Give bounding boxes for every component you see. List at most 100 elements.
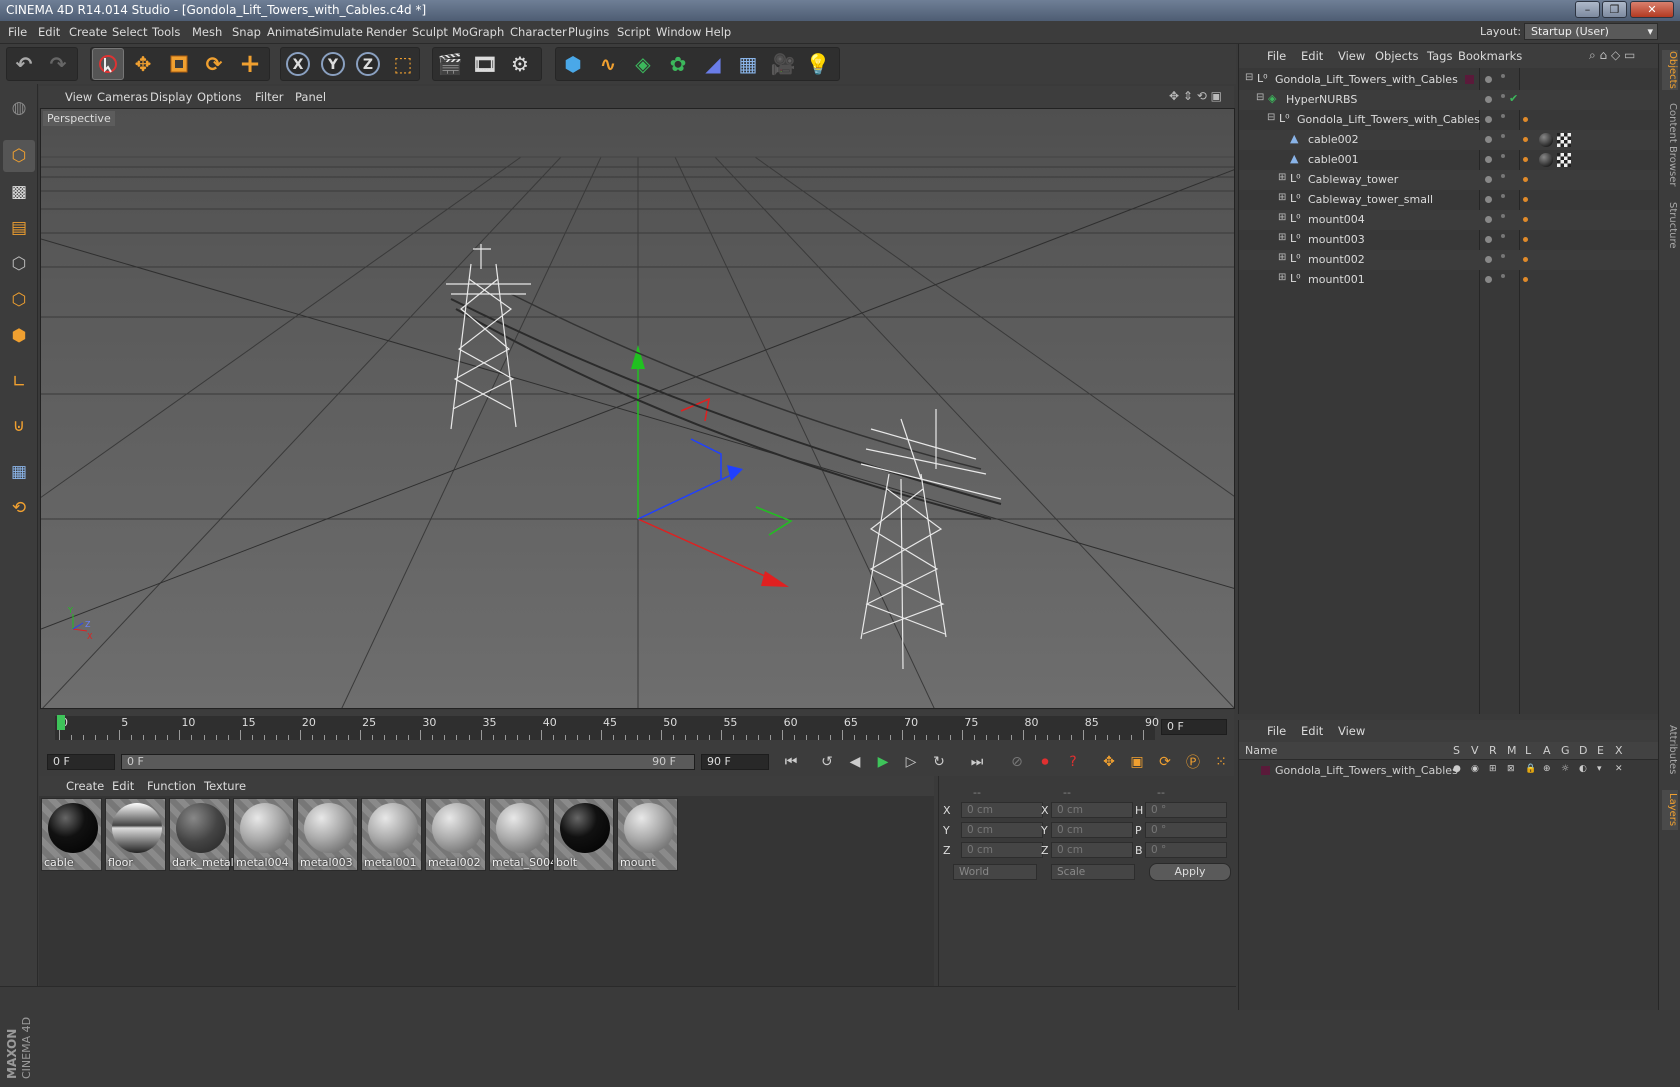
coordinate-value-field[interactable]: 0 ° (1145, 802, 1227, 818)
layer-row[interactable]: Gondola_Lift_Towers_with_Cables ● ◉ ⊞ ⊠ 🔒 ⊕ ☼ ◐ ▾… (1239, 762, 1659, 780)
render-dot-icon[interactable] (1501, 94, 1505, 98)
tab-objects[interactable]: Objects (1662, 50, 1678, 90)
coordinate-value-field[interactable]: 0 cm (961, 822, 1043, 838)
nurbs-icon[interactable]: ◈ (627, 48, 659, 80)
expand-toggle-icon[interactable]: ⊞ (1278, 252, 1286, 263)
material-swatch[interactable]: mount (617, 798, 678, 871)
workplane-mode-icon[interactable]: ▤ (3, 212, 35, 244)
object-tree-row[interactable]: ⊟ ◈ HyperNURBS ✔ (1239, 90, 1659, 110)
render-dot-icon[interactable] (1501, 134, 1505, 138)
object-tree-row[interactable]: ⊞ L⁰ Cableway_tower (1239, 170, 1659, 190)
menu-edit[interactable]: Edit (38, 25, 60, 39)
material-swatch[interactable]: metal004 (233, 798, 294, 871)
material-menu-texture[interactable]: Texture (204, 779, 246, 793)
edges-mode-icon[interactable]: ⬡ (3, 284, 35, 316)
material-swatch[interactable]: dark_metal (169, 798, 234, 871)
key-rotation-icon[interactable]: ⟳ (1153, 751, 1177, 773)
cable-material-tag-icon[interactable] (1539, 153, 1553, 167)
material-swatch[interactable]: bolt (553, 798, 614, 871)
menu-select[interactable]: Select (112, 25, 147, 39)
apply-button[interactable]: Apply (1149, 863, 1231, 881)
visibility-dot-icon[interactable] (1485, 176, 1492, 183)
render-dot-icon[interactable] (1501, 274, 1505, 278)
live-selection-icon[interactable] (92, 48, 124, 80)
timeline[interactable]: 051015202530354045505560657075808590 0 F (39, 710, 1234, 748)
object-search-icons[interactable]: ⌕ ⌂ ◇ ▭ (1589, 48, 1635, 63)
texture-tag-icon[interactable] (1557, 153, 1571, 167)
enabled-check-icon[interactable]: ✔ (1509, 92, 1518, 105)
polygons-mode-icon[interactable]: ⬢ (3, 320, 35, 352)
layer-flag-toggle-icon[interactable]: 🔒 (1525, 764, 1536, 774)
next-frame-icon[interactable]: ▷ (899, 751, 923, 773)
coordinate-value-field[interactable]: 0 cm (961, 802, 1043, 818)
visibility-dot-icon[interactable] (1485, 76, 1492, 83)
material-tag-icon[interactable] (1523, 257, 1528, 262)
render-dot-icon[interactable] (1501, 214, 1505, 218)
menu-simulate[interactable]: Simulate (312, 25, 363, 39)
record-icon[interactable]: ⏺ (1033, 751, 1057, 773)
expand-toggle-icon[interactable]: ⊞ (1278, 172, 1286, 183)
visibility-dot-icon[interactable] (1485, 156, 1492, 163)
z-axis-lock-icon[interactable]: Z (352, 48, 384, 80)
menu-script[interactable]: Script (617, 25, 650, 39)
previous-key-icon[interactable]: ↺ (815, 751, 839, 773)
material-tag-icon[interactable] (1523, 237, 1528, 242)
x-axis-lock-icon[interactable]: X (282, 48, 314, 80)
visibility-dot-icon[interactable] (1485, 136, 1492, 143)
menu-mograph[interactable]: MoGraph (452, 25, 504, 39)
expand-toggle-icon[interactable]: ⊞ (1278, 232, 1286, 243)
record-disabled-icon[interactable]: ⊘ (1005, 751, 1029, 773)
key-parameter-icon[interactable]: Ⓟ (1181, 751, 1205, 773)
tab-attributes[interactable]: Attributes (1662, 720, 1678, 780)
menu-plugins[interactable]: Plugins (568, 25, 609, 39)
end-frame-field[interactable]: 90 F (701, 754, 769, 770)
menu-character[interactable]: Character (510, 25, 567, 39)
points-mode-icon[interactable]: ⬡ (3, 248, 35, 280)
object-menu-file[interactable]: File (1267, 49, 1286, 63)
menu-window[interactable]: Window (656, 25, 701, 39)
deformer-icon[interactable]: ◢ (697, 48, 729, 80)
camera-label[interactable]: Perspective (43, 111, 115, 126)
tab-content-browser[interactable]: Content Browser (1662, 100, 1678, 190)
go-to-start-icon[interactable]: ⏮ (779, 751, 803, 773)
array-icon[interactable]: ✿ (662, 48, 694, 80)
viewport-nav-icons[interactable]: ✥ ⇕ ⟲ ▣ (1169, 89, 1222, 103)
material-tag-icon[interactable] (1523, 277, 1528, 282)
material-tag-icon[interactable] (1523, 197, 1528, 202)
layer-flag-toggle-icon[interactable]: ● (1453, 764, 1461, 774)
make-editable-icon[interactable]: ◍ (3, 92, 35, 124)
object-menu-view[interactable]: View (1338, 49, 1365, 63)
floor-icon[interactable]: ▦ (732, 48, 764, 80)
visibility-dot-icon[interactable] (1485, 256, 1492, 263)
key-scale-icon[interactable]: ▣ (1125, 751, 1149, 773)
visibility-dot-icon[interactable] (1485, 276, 1492, 283)
y-axis-lock-icon[interactable]: Y (317, 48, 349, 80)
object-tree-row[interactable]: ⊞ L⁰ mount002 (1239, 250, 1659, 270)
texture-tag-icon[interactable] (1557, 133, 1571, 147)
render-dot-icon[interactable] (1501, 74, 1505, 78)
object-tree-row[interactable]: ▲ cable002 (1239, 130, 1659, 150)
layer-flag-toggle-icon[interactable]: ☼ (1561, 764, 1569, 774)
coordinate-value-field[interactable]: 0 ° (1145, 822, 1227, 838)
snap-icon[interactable]: ⊍ (3, 410, 35, 442)
model-mode-icon[interactable]: ⬡ (3, 140, 35, 172)
layer-flag-toggle-icon[interactable]: ⊞ (1489, 764, 1497, 774)
rotate-icon[interactable]: ⟳ (198, 48, 230, 80)
coordinate-value-field[interactable]: 0 cm (1051, 822, 1133, 838)
object-menu-edit[interactable]: Edit (1301, 49, 1323, 63)
expand-toggle-icon[interactable]: ⊟ (1256, 92, 1264, 103)
camera-icon[interactable]: 🎥 (767, 48, 799, 80)
menu-help[interactable]: Help (705, 25, 731, 39)
viewport-menu-options[interactable]: Options (197, 90, 241, 104)
material-tag-icon[interactable] (1523, 137, 1528, 142)
material-swatch[interactable]: metal002 (425, 798, 486, 871)
perspective-viewport[interactable]: Y Z X Perspective (40, 108, 1235, 709)
layout-select[interactable]: Startup (User) ▾ (1524, 23, 1658, 40)
spline-icon[interactable]: ∿ (592, 48, 624, 80)
material-swatch[interactable]: floor (105, 798, 166, 871)
viewport-menu-filter[interactable]: Filter (255, 90, 283, 104)
coordinate-value-field[interactable]: 0 ° (1145, 842, 1227, 858)
object-tree-row[interactable]: ⊞ L⁰ Cableway_tower_small (1239, 190, 1659, 210)
material-menu-edit[interactable]: Edit (112, 779, 134, 793)
undo-icon[interactable]: ↶ (8, 48, 40, 80)
